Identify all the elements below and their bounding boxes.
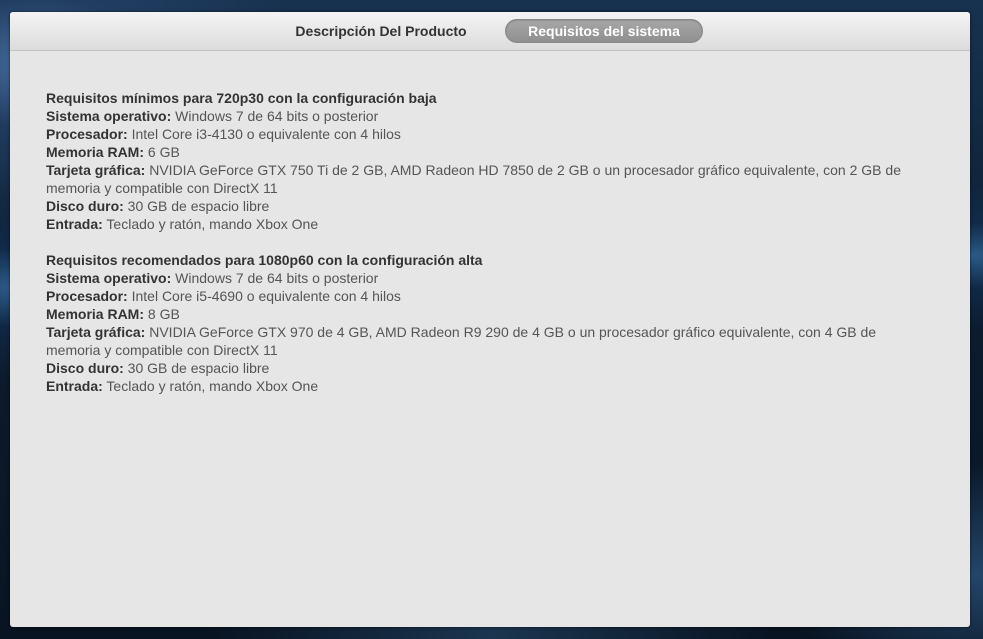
requirement-value: 6 GB: [144, 144, 180, 160]
requirements-content: Requisitos mínimos para 720p30 con la co…: [46, 89, 926, 413]
requirement-label: Entrada:: [46, 378, 103, 394]
requirement-row-os: Sistema operativo: Windows 7 de 64 bits …: [46, 107, 926, 125]
requirement-value: 30 GB de espacio libre: [123, 360, 270, 376]
requirement-value: Teclado y ratón, mando Xbox One: [102, 378, 319, 394]
requirement-row-ram: Memoria RAM: 8 GB: [46, 305, 926, 323]
requirement-row-cpu: Procesador: Intel Core i5-4690 o equival…: [46, 287, 926, 305]
minimum-requirements-heading: Requisitos mínimos para 720p30 con la co…: [46, 90, 437, 106]
requirement-row-os: Sistema operativo: Windows 7 de 64 bits …: [46, 269, 926, 287]
requirement-row-cpu: Procesador: Intel Core i3-4130 o equival…: [46, 125, 926, 143]
product-panel: Descripción Del Producto Requisitos del …: [10, 12, 970, 627]
requirement-value: 30 GB de espacio libre: [123, 198, 270, 214]
requirement-value: Intel Core i3-4130 o equivalente con 4 h…: [127, 126, 401, 142]
tab-product-description[interactable]: Descripción Del Producto: [286, 19, 476, 43]
requirement-row-gpu: Tarjeta gráfica: NVIDIA GeForce GTX 750 …: [46, 161, 926, 197]
requirement-label: Disco duro:: [46, 198, 124, 214]
requirement-row-input: Entrada: Teclado y ratón, mando Xbox One: [46, 377, 926, 395]
requirement-value: Windows 7 de 64 bits o posterior: [171, 270, 379, 286]
minimum-requirements-section: Requisitos mínimos para 720p30 con la co…: [46, 89, 926, 233]
requirement-value: Windows 7 de 64 bits o posterior: [171, 108, 379, 124]
requirement-label: Memoria RAM:: [46, 144, 145, 160]
tab-system-requirements[interactable]: Requisitos del sistema: [505, 19, 703, 43]
requirement-row-disk: Disco duro: 30 GB de espacio libre: [46, 359, 926, 377]
requirement-label: Disco duro:: [46, 360, 124, 376]
requirement-label: Procesador:: [46, 288, 128, 304]
requirement-label: Sistema operativo:: [46, 270, 172, 286]
requirement-row-ram: Memoria RAM: 6 GB: [46, 143, 926, 161]
requirement-row-disk: Disco duro: 30 GB de espacio libre: [46, 197, 926, 215]
requirement-value: NVIDIA GeForce GTX 970 de 4 GB, AMD Rade…: [46, 324, 877, 358]
recommended-requirements-heading: Requisitos recomendados para 1080p60 con…: [46, 252, 483, 268]
requirement-value: 8 GB: [144, 306, 180, 322]
tab-bar: Descripción Del Producto Requisitos del …: [10, 12, 970, 51]
requirement-label: Entrada:: [46, 216, 103, 232]
recommended-requirements-section: Requisitos recomendados para 1080p60 con…: [46, 251, 926, 395]
requirement-label: Tarjeta gráfica:: [46, 324, 146, 340]
requirement-label: Memoria RAM:: [46, 306, 145, 322]
requirement-label: Procesador:: [46, 126, 128, 142]
requirement-row-gpu: Tarjeta gráfica: NVIDIA GeForce GTX 970 …: [46, 323, 926, 359]
requirement-label: Tarjeta gráfica:: [46, 162, 146, 178]
requirement-value: Teclado y ratón, mando Xbox One: [102, 216, 319, 232]
requirement-value: NVIDIA GeForce GTX 750 Ti de 2 GB, AMD R…: [46, 162, 901, 196]
requirement-value: Intel Core i5-4690 o equivalente con 4 h…: [127, 288, 401, 304]
requirement-row-input: Entrada: Teclado y ratón, mando Xbox One: [46, 215, 926, 233]
requirement-label: Sistema operativo:: [46, 108, 172, 124]
